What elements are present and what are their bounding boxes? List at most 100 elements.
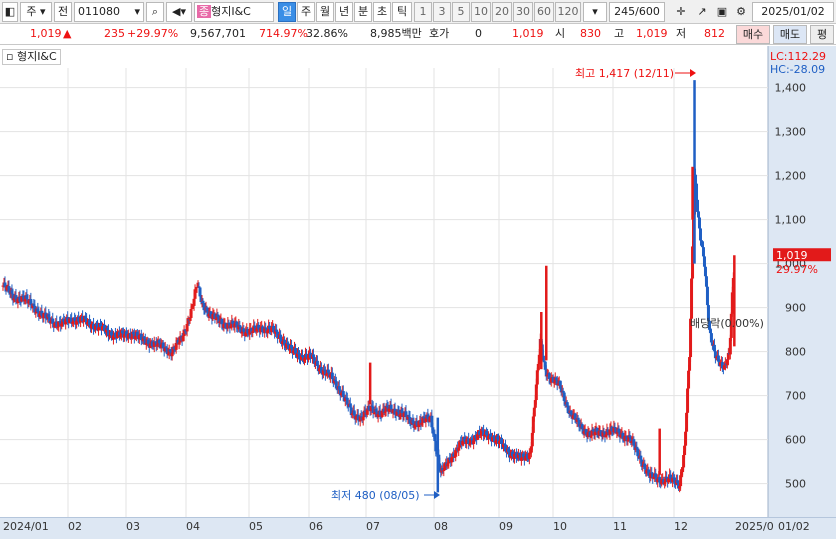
x-tick-label: 2024/01 — [3, 520, 49, 533]
candle-body — [654, 473, 658, 478]
current-price: 1,019 — [30, 27, 62, 40]
candle-body — [542, 360, 546, 362]
y-tick-label: 600 — [785, 434, 806, 447]
y-tick-label: 1,300 — [775, 126, 807, 139]
interval-30[interactable]: 30 — [513, 2, 533, 22]
hc-label: HC:-28.09 — [770, 63, 825, 76]
y-tick-label: 500 — [785, 478, 806, 491]
candle-body — [679, 475, 683, 487]
open-label: 시 — [555, 27, 566, 40]
x-tick-label: 10 — [553, 520, 567, 533]
period-day[interactable]: 일 — [278, 2, 296, 22]
x-tick-label: 06 — [309, 520, 323, 533]
x-tick-label: 12 — [674, 520, 688, 533]
candle-body — [266, 330, 270, 334]
period-year[interactable]: 년 — [335, 2, 353, 22]
date-field[interactable]: 2025/01/02 — [752, 2, 834, 22]
gear-icon[interactable]: ⚙ — [732, 2, 750, 22]
period-week[interactable]: 주 — [297, 2, 315, 22]
interval-10[interactable]: 10 — [471, 2, 491, 22]
code-input[interactable]: 011080 ▾ — [74, 2, 144, 22]
price-chart[interactable]: 1,4001,3001,2001,1001,000900800700600500… — [0, 46, 836, 517]
period-month[interactable]: 월 — [316, 2, 334, 22]
interval-1[interactable]: 1 — [414, 2, 432, 22]
eval-button[interactable]: 평 — [810, 25, 834, 44]
candle-body — [431, 427, 435, 434]
y-tick-label: 800 — [785, 346, 806, 359]
up-arrow-icon: ▲ — [63, 27, 72, 40]
x-tick-label: 02 — [68, 520, 82, 533]
y-tick-label: 900 — [785, 302, 806, 315]
hoga-price: 1,019 — [512, 27, 544, 40]
low-label: 저 — [676, 27, 687, 40]
low-price: 812 — [704, 27, 725, 40]
chevron-down-icon: ▾ — [592, 5, 598, 18]
interval-dropdown[interactable]: ▾ — [583, 2, 607, 22]
candle-body — [705, 286, 709, 306]
stock-name-field[interactable]: 종 형지I&C — [194, 2, 274, 22]
interval-60[interactable]: 60 — [534, 2, 554, 22]
y-tick-label: 700 — [785, 390, 806, 403]
prev-button[interactable]: 전 — [54, 2, 72, 22]
period-second[interactable]: 초 — [373, 2, 391, 22]
crosshair-icon[interactable]: ✛ — [671, 2, 691, 22]
x-tick-label: 01/02 — [778, 520, 810, 533]
search-icon[interactable]: ⌕ — [146, 2, 164, 22]
draw-tool-icon[interactable]: ↗ — [692, 2, 712, 22]
period-tick[interactable]: 틱 — [392, 2, 412, 22]
interval-3[interactable]: 3 — [433, 2, 451, 22]
dividend-annotation: 배당락(0.00%) — [690, 317, 764, 330]
x-tick-label: 05 — [249, 520, 263, 533]
window-menu-icon[interactable]: ◧ — [2, 2, 18, 22]
candle-body — [709, 333, 713, 343]
change-pct: +29.97% — [127, 27, 179, 40]
x-axis: 2024/01 02 03 04 05 06 07 08 09 10 11 12 2025/0 01/02 — [0, 517, 836, 539]
candle-body — [698, 228, 702, 241]
market-label: 주 — [26, 5, 37, 18]
interval-5[interactable]: 5 — [452, 2, 470, 22]
y-tick-label: 1,200 — [775, 170, 807, 183]
candle-body — [294, 348, 298, 354]
sound-icon[interactable]: ◀▾ — [166, 2, 192, 22]
candle-body — [185, 323, 189, 332]
high-price: 1,019 — [636, 27, 668, 40]
candle-body — [686, 388, 690, 413]
code-value: 011080 — [78, 5, 120, 18]
y-tick-label: 1,100 — [775, 214, 807, 227]
y-tick-label: 1,400 — [775, 82, 807, 95]
save-icon[interactable]: ▣ — [713, 2, 731, 22]
x-tick-label: 07 — [366, 520, 380, 533]
volume-ratio: 714.97% — [259, 27, 308, 40]
x-tick-label: 03 — [126, 520, 140, 533]
period-minute[interactable]: 분 — [354, 2, 372, 22]
candle-body — [690, 278, 694, 319]
change-value: 235 — [104, 27, 125, 40]
market-select[interactable]: 주 ▾ — [20, 2, 52, 22]
plot-area — [0, 68, 768, 517]
buy-button[interactable]: 매수 — [736, 25, 770, 44]
lc-label: LC:112.29 — [770, 50, 826, 63]
quote-bar: 1,019 ▲ 235 +29.97% 9,567,701 714.97% 32… — [0, 24, 836, 45]
max-annotation: 최고 1,417 (12/11) — [575, 67, 674, 80]
x-tick-label: 09 — [499, 520, 513, 533]
volume: 9,567,701 — [190, 27, 246, 40]
min-annotation: 최저 480 (08/05) — [331, 489, 420, 502]
x-tick-label: 08 — [434, 520, 448, 533]
count-field[interactable]: 245/600 — [609, 2, 665, 22]
last-change-label: 29.97% — [776, 263, 818, 276]
interval-20[interactable]: 20 — [492, 2, 512, 22]
high-label: 고 — [614, 27, 625, 40]
interval-120[interactable]: 120 — [555, 2, 581, 22]
open-price: 830 — [580, 27, 601, 40]
x-tick-label: 11 — [613, 520, 627, 533]
chevron-down-icon: ▾ — [134, 5, 140, 18]
sell-button[interactable]: 매도 — [773, 25, 807, 44]
turnover: 32.86% — [306, 27, 348, 40]
hoga-label: 호가 — [429, 27, 450, 40]
candle-body — [279, 334, 283, 340]
stock-name: 형지I&C — [211, 5, 251, 18]
name-badge: 종 — [197, 5, 212, 18]
x-tick-label: 2025/0 — [735, 520, 774, 533]
legend-name: 형지I&C — [16, 50, 57, 63]
x-tick-label: 04 — [186, 520, 200, 533]
